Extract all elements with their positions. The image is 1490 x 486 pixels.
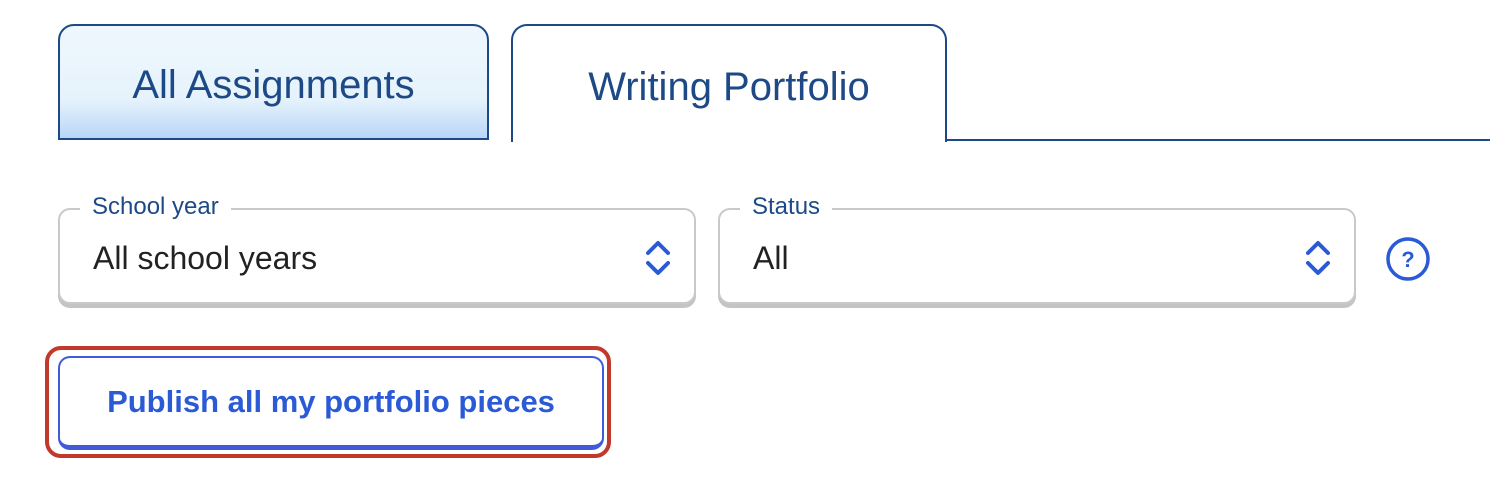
tab-bar-divider [945, 139, 1490, 141]
tab-all-assignments[interactable]: All Assignments [58, 24, 489, 140]
help-icon[interactable]: ? [1385, 236, 1431, 282]
portfolio-page: All Assignments Writing Portfolio School… [0, 0, 1490, 486]
up-down-chevron-icon [1306, 241, 1330, 275]
status-label: Status [740, 192, 833, 222]
help-icon-glyph: ? [1401, 247, 1414, 272]
status-select[interactable]: Status All [718, 192, 1356, 304]
publish-all-portfolio-button[interactable]: Publish all my portfolio pieces [58, 356, 604, 450]
tab-writing-portfolio-label: Writing Portfolio [588, 64, 870, 109]
tab-writing-portfolio[interactable]: Writing Portfolio [511, 24, 947, 142]
tab-all-assignments-label: All Assignments [132, 62, 415, 107]
school-year-select[interactable]: School year All school years [58, 192, 696, 304]
status-value: All [753, 240, 789, 276]
up-down-chevron-icon [646, 241, 670, 275]
school-year-label: School year [80, 192, 231, 222]
school-year-value: All school years [93, 240, 318, 276]
